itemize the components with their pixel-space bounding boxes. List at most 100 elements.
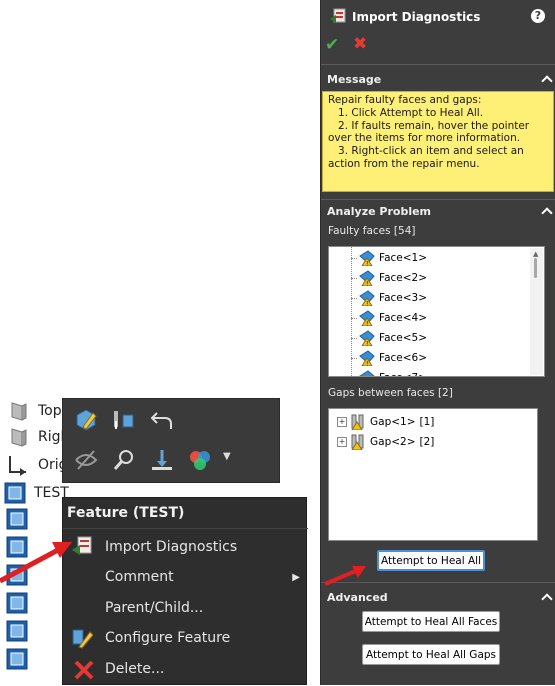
tree-item-right-plane[interactable]: Righ bbox=[8, 424, 69, 450]
svg-text:!: ! bbox=[366, 281, 368, 287]
collapse-caret-icon[interactable] bbox=[542, 74, 552, 84]
attempt-to-heal-all-gaps-button[interactable]: Attempt to Heal All Gaps bbox=[362, 644, 500, 665]
import-diagnostics-icon bbox=[329, 8, 347, 26]
annotation-arrow-heal bbox=[324, 566, 366, 586]
menu-item-label: Configure Feature bbox=[105, 630, 231, 646]
faulty-face-icon: ! bbox=[359, 350, 375, 368]
face-label: Face<2> bbox=[379, 272, 428, 284]
face-list-item[interactable]: ! Face<6> bbox=[351, 349, 428, 368]
faulty-face-icon: ! bbox=[359, 290, 375, 308]
face-list-item[interactable]: ! Face<2> bbox=[351, 269, 428, 288]
gap-list-item[interactable]: + Gap<1> [1] bbox=[337, 413, 434, 431]
face-label: Face<6> bbox=[379, 352, 428, 364]
advanced-section-title: Advanced bbox=[327, 590, 388, 604]
menu-item-delete[interactable]: Delete... bbox=[74, 657, 164, 681]
imported-body-icon bbox=[6, 620, 28, 645]
origin-icon bbox=[6, 454, 28, 476]
attempt-to-heal-all-button[interactable]: Attempt to Heal All bbox=[377, 550, 485, 571]
tree-item-body[interactable] bbox=[6, 592, 28, 617]
analyze-section-header[interactable]: Analyze Problem bbox=[327, 202, 552, 220]
face-list-item[interactable]: ! Face<7> bbox=[351, 369, 427, 376]
face-list-item[interactable]: ! Face<4> bbox=[351, 309, 428, 328]
imported-body-icon bbox=[6, 648, 28, 673]
tree-item-body[interactable] bbox=[6, 648, 28, 673]
divider bbox=[321, 199, 555, 200]
context-menu-title: Feature (TEST) bbox=[67, 505, 185, 521]
message-box: Repair faulty faces and gaps: 1. Click A… bbox=[322, 91, 554, 192]
context-menu: Feature (TEST) Import Diagnostics Commen… bbox=[62, 497, 308, 685]
edit-feature-icon[interactable] bbox=[73, 407, 99, 433]
zoom-to-selection-icon[interactable] bbox=[111, 447, 137, 473]
imported-body-icon bbox=[6, 508, 28, 533]
expand-plus-icon[interactable]: + bbox=[337, 417, 347, 427]
expand-plus-icon[interactable]: + bbox=[337, 437, 347, 447]
collapse-caret-icon[interactable] bbox=[542, 206, 552, 216]
annotation-arrow-menu bbox=[0, 542, 72, 584]
appearance-icon[interactable] bbox=[187, 447, 213, 473]
scroll-thumb[interactable] bbox=[534, 258, 537, 278]
submenu-arrow-icon: ▶ bbox=[292, 571, 300, 583]
menu-item-parent-child[interactable]: Parent/Child... bbox=[105, 596, 203, 620]
gap-count: [2] bbox=[419, 436, 435, 448]
menu-item-label: Parent/Child... bbox=[105, 600, 204, 616]
help-icon[interactable]: ? bbox=[531, 9, 545, 23]
svg-text:!: ! bbox=[366, 321, 368, 327]
ok-checkmark-icon[interactable]: ✔ bbox=[325, 35, 339, 55]
gap-list-item[interactable]: + Gap<2> [2] bbox=[337, 433, 434, 451]
panel-title: Import Diagnostics bbox=[352, 10, 481, 24]
gap-icon bbox=[350, 434, 366, 451]
svg-text:!: ! bbox=[366, 261, 368, 267]
collapse-caret-icon[interactable] bbox=[542, 592, 552, 602]
gap-label: Gap<1> bbox=[370, 416, 416, 428]
faulty-face-icon: ! bbox=[359, 310, 375, 328]
advanced-section-header[interactable]: Advanced bbox=[327, 588, 552, 606]
tree-item-body[interactable] bbox=[6, 508, 28, 533]
gap-label: Gap<2> bbox=[370, 436, 416, 448]
gap-icon bbox=[350, 414, 366, 431]
imported-body-icon bbox=[6, 592, 28, 617]
context-toolbar: ▼ bbox=[62, 398, 280, 483]
divider bbox=[321, 64, 555, 65]
gaps-label: Gaps between faces [2] bbox=[328, 387, 453, 399]
face-list-item[interactable]: ! Face<5> bbox=[351, 329, 428, 348]
menu-item-label: Comment bbox=[105, 569, 174, 585]
faces-scrollbar[interactable]: ▲ bbox=[530, 248, 543, 375]
menu-divider bbox=[63, 528, 308, 529]
tree-item-body[interactable] bbox=[6, 620, 28, 645]
menu-item-label: Import Diagnostics bbox=[105, 539, 238, 555]
plane-icon bbox=[8, 400, 30, 422]
appearance-dropdown-icon[interactable]: ▼ bbox=[223, 451, 231, 462]
svg-text:!: ! bbox=[366, 301, 368, 307]
faulty-faces-list[interactable]: ! Face<1>! Face<2>! Face<3>! Face<4>! Face<5>… bbox=[328, 246, 545, 377]
gaps-list[interactable]: + Gap<1> [1] + Gap<2> [2] bbox=[328, 408, 538, 541]
menu-item-import-diagnostics[interactable]: Import Diagnostics bbox=[72, 535, 238, 559]
hide-icon[interactable] bbox=[73, 447, 99, 473]
attempt-to-heal-all-faces-button[interactable]: Attempt to Heal All Faces bbox=[362, 611, 500, 632]
face-label: Face<3> bbox=[379, 292, 428, 304]
edit-sketch-icon[interactable] bbox=[111, 407, 137, 433]
plane-icon bbox=[8, 426, 30, 448]
faulty-faces-label: Faulty faces [54] bbox=[328, 225, 416, 237]
face-list-item[interactable]: ! Face<1> bbox=[351, 249, 428, 268]
cancel-x-icon[interactable]: ✖ bbox=[353, 34, 367, 54]
imported-body-icon bbox=[4, 482, 26, 504]
normal-to-icon[interactable] bbox=[149, 447, 175, 473]
rollback-icon[interactable] bbox=[149, 407, 175, 433]
face-list-item[interactable]: ! Face<3> bbox=[351, 289, 428, 308]
menu-item-configure-feature[interactable]: Configure Feature bbox=[72, 626, 231, 650]
panel-header: Import Diagnostics ? bbox=[329, 7, 549, 27]
faulty-face-icon: ! bbox=[359, 330, 375, 348]
face-label: Face<5> bbox=[379, 332, 428, 344]
face-label: Face<4> bbox=[379, 312, 428, 324]
svg-text:!: ! bbox=[366, 341, 368, 347]
tree-item-top-plane[interactable]: Top bbox=[8, 398, 62, 424]
delete-icon bbox=[73, 659, 95, 681]
message-section-title: Message bbox=[327, 72, 382, 86]
configure-feature-icon bbox=[71, 627, 94, 649]
svg-text:!: ! bbox=[366, 361, 368, 367]
face-label: Face<1> bbox=[379, 252, 428, 264]
menu-item-comment[interactable]: Comment ▶ bbox=[105, 565, 300, 589]
message-section-header[interactable]: Message bbox=[327, 70, 552, 88]
analyze-section-title: Analyze Problem bbox=[327, 204, 432, 218]
faulty-face-icon: ! bbox=[359, 270, 375, 288]
